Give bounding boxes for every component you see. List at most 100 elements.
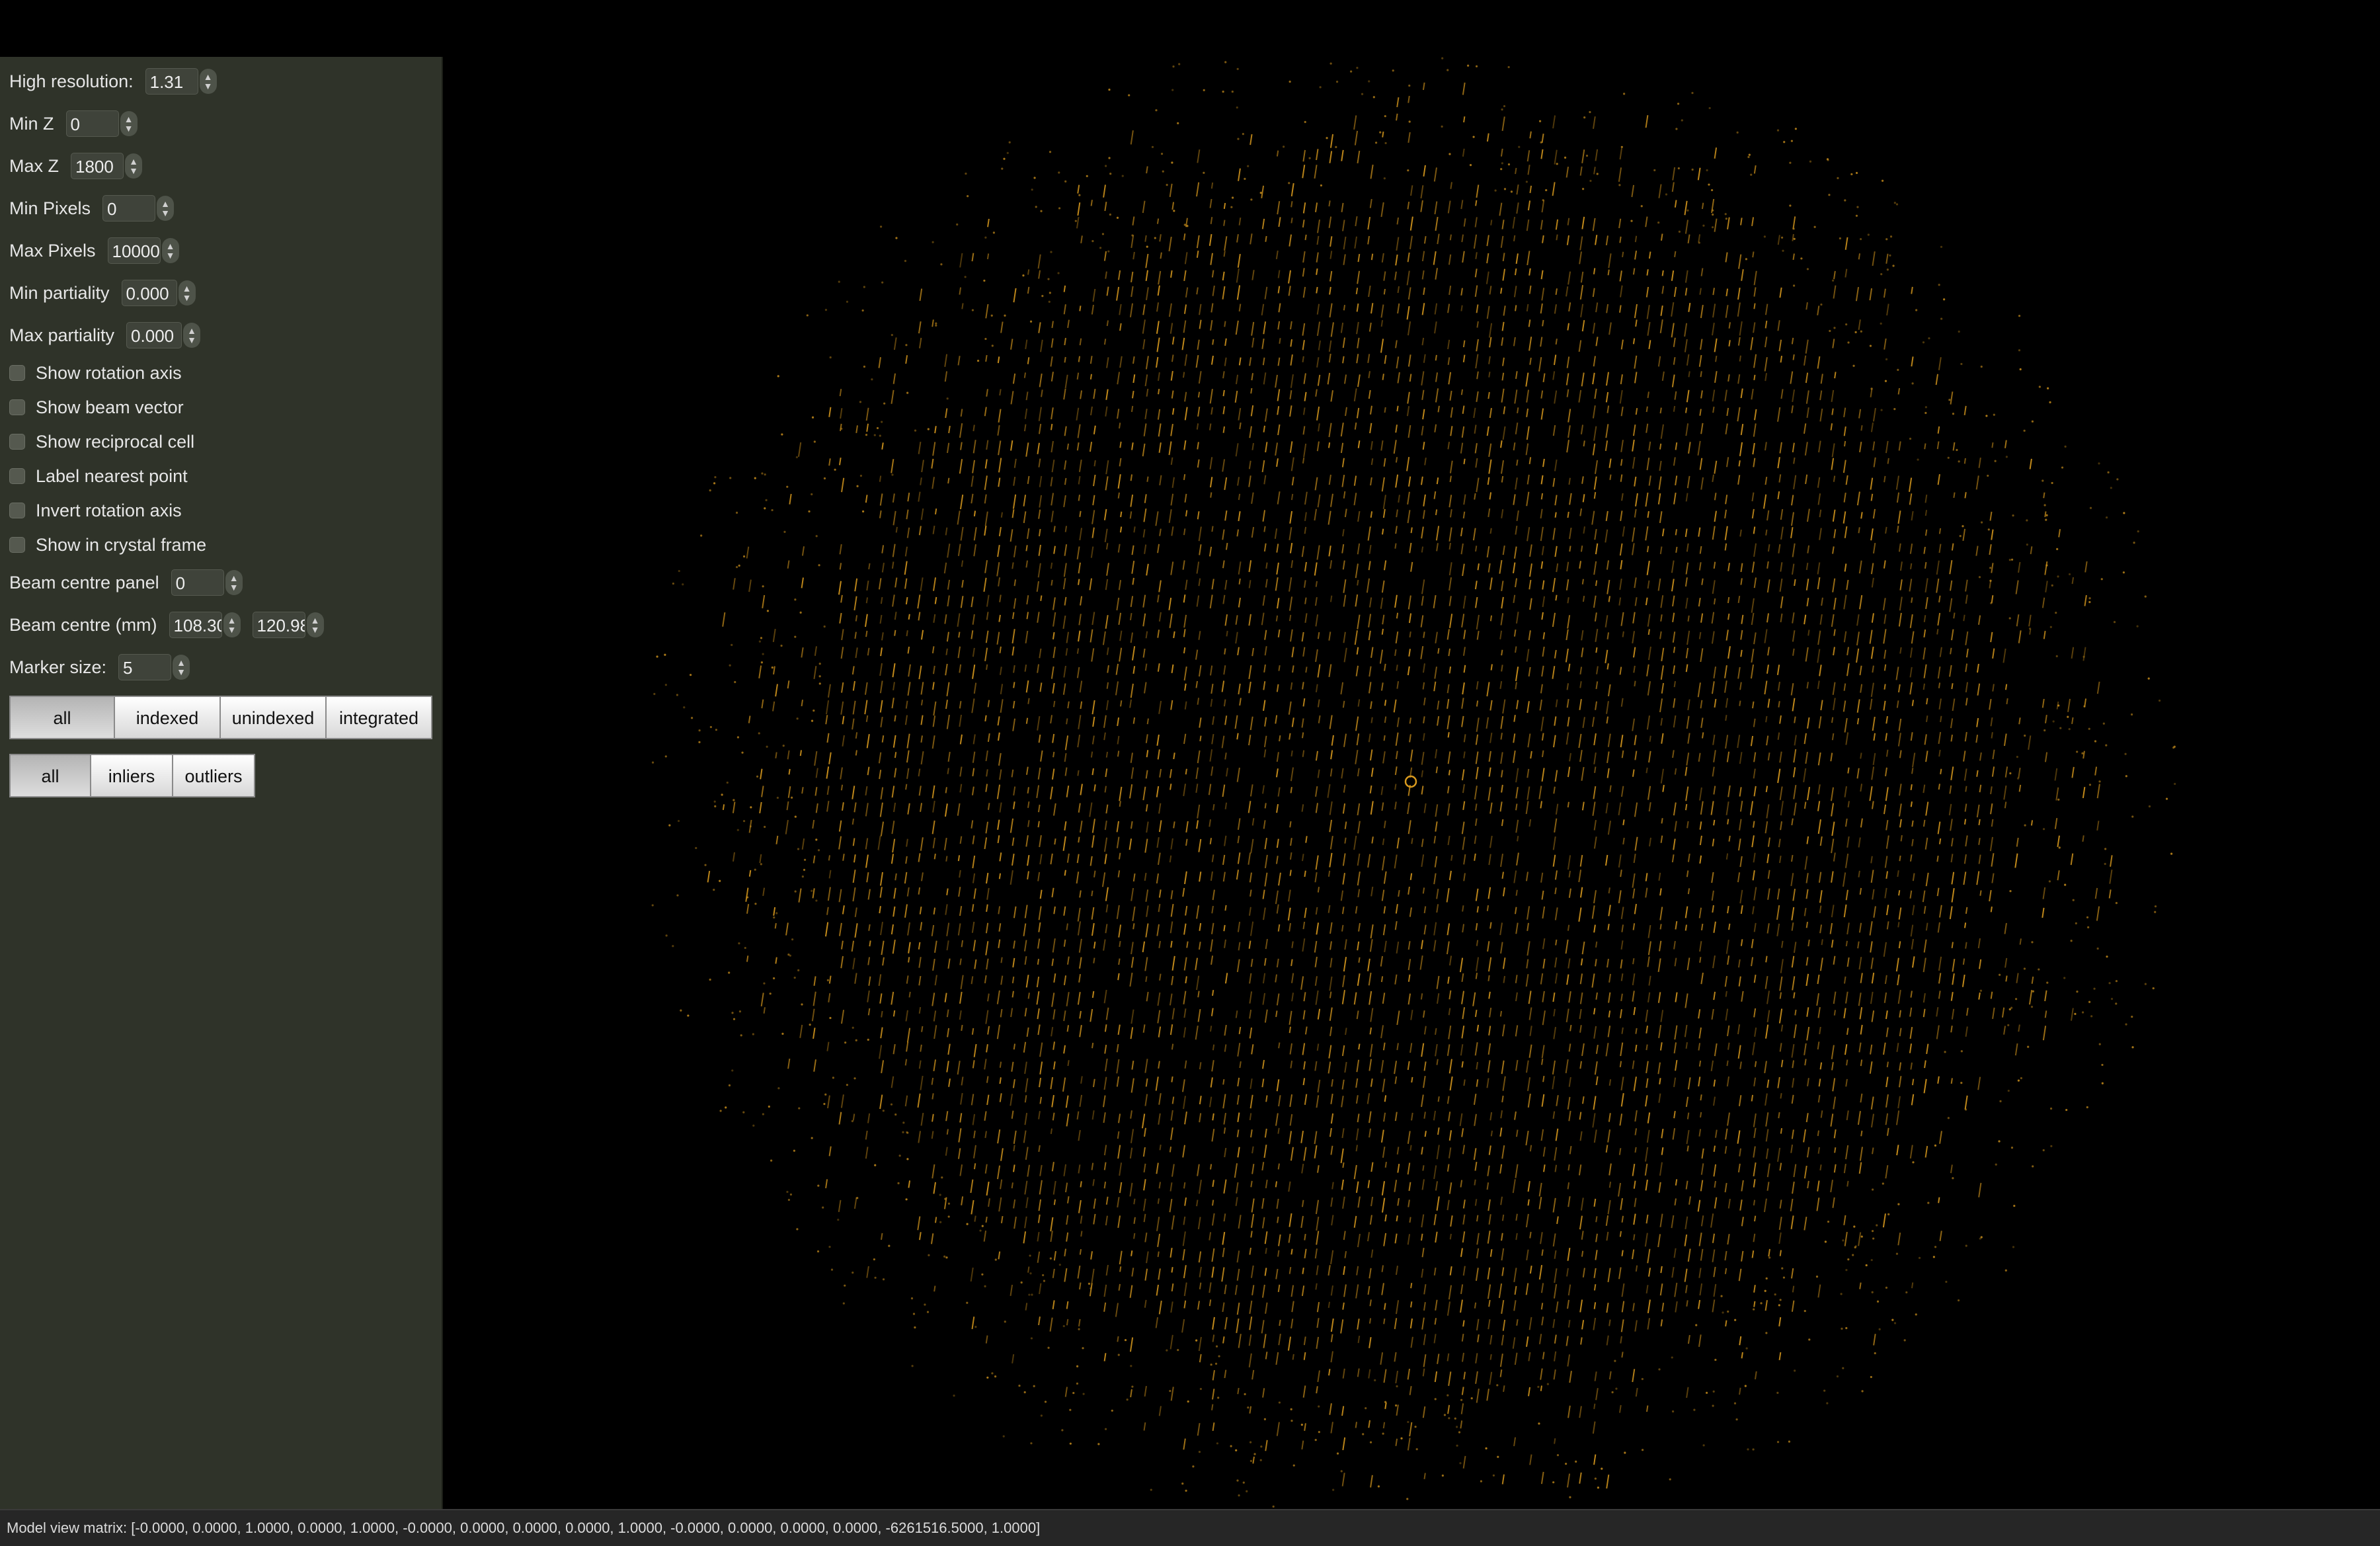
- reflection-spot: [1118, 270, 1121, 280]
- spin-arrows-icon[interactable]: ▲ ▼: [306, 612, 324, 637]
- reflection-spot: [1264, 1009, 1268, 1023]
- spin-arrows-icon[interactable]: ▲ ▼: [120, 111, 138, 136]
- min-z-field[interactable]: 0: [65, 110, 119, 137]
- high-resolution-spinbox[interactable]: 1.31 ▲ ▼: [145, 68, 217, 95]
- reflection-spot: [1860, 684, 1863, 693]
- reflection-spot: [1117, 870, 1121, 877]
- reflection-spot: [1395, 751, 1398, 760]
- reflection-spot: [1130, 632, 1134, 643]
- min-pixels-spinbox[interactable]: 0 ▲ ▼: [102, 195, 175, 222]
- reflection-spot: [1647, 321, 1651, 336]
- spot-scatter-canvas[interactable]: [444, 57, 2380, 1509]
- beam-centre-panel-spinbox[interactable]: 0 ▲ ▼: [171, 569, 243, 596]
- filter-all-button[interactable]: all: [9, 754, 91, 797]
- reflection-spot: [1119, 1182, 1123, 1194]
- checkbox-invert-rotation-axis[interactable]: Invert rotation axis: [9, 497, 182, 524]
- reflection-spot: [1368, 1111, 1372, 1123]
- min-partiality-spinbox[interactable]: 0.000 ▲ ▼: [121, 280, 196, 306]
- checkbox-icon[interactable]: [9, 434, 25, 450]
- filter-unindexed-button[interactable]: unindexed: [219, 696, 327, 739]
- min-pixels-field[interactable]: 0: [102, 195, 156, 222]
- reflection-spot: [1222, 406, 1226, 415]
- checkbox-icon[interactable]: [9, 537, 25, 553]
- beam-centre-x-spinbox[interactable]: 108.30 ▲ ▼: [169, 612, 241, 638]
- reflection-spot: [1502, 546, 1505, 555]
- reflection-spot: [1461, 1128, 1464, 1137]
- max-z-spinbox[interactable]: 1800 ▲ ▼: [71, 153, 143, 179]
- max-pixels-field[interactable]: 10000: [107, 237, 161, 264]
- checkbox-show-beam-vector[interactable]: Show beam vector: [9, 394, 184, 421]
- reciprocal-lattice-viewer[interactable]: [444, 57, 2380, 1509]
- reflection-spot: [1394, 649, 1397, 657]
- marker-size-field[interactable]: 5: [118, 654, 172, 680]
- marker-size-row: Marker size: 5 ▲ ▼: [9, 652, 190, 682]
- reflection-spot: [1461, 1352, 1464, 1362]
- filter-inliers-button[interactable]: inliers: [90, 754, 173, 797]
- spin-arrows-icon[interactable]: ▲ ▼: [173, 655, 190, 680]
- reflection-spot: [1474, 786, 1478, 800]
- reflection-spot: [1077, 184, 1080, 194]
- checkbox-show-in-crystal-frame[interactable]: Show in crystal frame: [9, 532, 206, 558]
- beam-centre-x-field[interactable]: 108.30: [169, 612, 222, 638]
- reflection-spot: [2084, 561, 2088, 573]
- reflection-spot: [1808, 1338, 1811, 1341]
- reflection-spot: [1898, 718, 1902, 731]
- filter-integrated-button[interactable]: integrated: [325, 696, 432, 739]
- checkbox-show-rotation-axis[interactable]: Show rotation axis: [9, 360, 182, 386]
- reflection-spot: [1341, 202, 1344, 212]
- reflection-spot: [933, 577, 937, 591]
- reflection-spot: [985, 922, 989, 934]
- spin-arrows-icon[interactable]: ▲ ▼: [157, 196, 175, 221]
- reflection-spot: [1949, 598, 1953, 612]
- reflection-spot: [1384, 407, 1386, 413]
- reflection-spot: [1792, 216, 1796, 229]
- reflection-spot: [1157, 852, 1161, 866]
- reflection-spot: [1488, 767, 1491, 777]
- spin-arrows-icon[interactable]: ▲ ▼: [199, 69, 217, 94]
- spin-arrows-icon[interactable]: ▲ ▼: [225, 570, 243, 595]
- reflection-spot: [1156, 1284, 1160, 1296]
- spin-arrows-icon[interactable]: ▲ ▼: [183, 323, 201, 348]
- filter-all-button[interactable]: all: [9, 696, 115, 739]
- checkbox-icon[interactable]: [9, 399, 25, 415]
- spin-arrows-icon[interactable]: ▲ ▼: [125, 153, 143, 179]
- reflection-spot: [986, 664, 988, 671]
- max-partiality-field[interactable]: 0.000: [126, 322, 182, 348]
- reflection-spot: [984, 494, 987, 504]
- reflection-spot: [1251, 442, 1255, 450]
- filter-outliers-button[interactable]: outliers: [172, 754, 255, 797]
- checkbox-show-reciprocal-cell[interactable]: Show reciprocal cell: [9, 428, 194, 455]
- reflection-spot: [1288, 1233, 1291, 1243]
- reflection-spot: [1752, 442, 1755, 455]
- beam-centre-y-spinbox[interactable]: 120.98 ▲ ▼: [252, 612, 324, 638]
- reflection-spot: [1859, 1147, 1863, 1161]
- reflection-spot: [1302, 1267, 1304, 1274]
- checkbox-label-nearest-point[interactable]: Label nearest point: [9, 463, 188, 489]
- spin-arrows-icon[interactable]: ▲ ▼: [161, 238, 179, 263]
- reflection-spot: [840, 940, 844, 950]
- high-resolution-field[interactable]: 1.31: [145, 68, 198, 95]
- max-pixels-spinbox[interactable]: 10000 ▲ ▼: [107, 237, 179, 264]
- min-partiality-field[interactable]: 0.000: [121, 280, 177, 306]
- min-z-spinbox[interactable]: 0 ▲ ▼: [65, 110, 138, 137]
- reflection-spot: [1938, 682, 1941, 688]
- beam-centre-y-field[interactable]: 120.98: [252, 612, 305, 638]
- spin-arrows-icon[interactable]: ▲ ▼: [178, 280, 196, 305]
- checkbox-icon[interactable]: [9, 468, 25, 484]
- checkbox-icon[interactable]: [9, 503, 25, 518]
- max-partiality-spinbox[interactable]: 0.000 ▲ ▼: [126, 322, 201, 348]
- reflection-spot: [1538, 1196, 1542, 1209]
- checkbox-icon[interactable]: [9, 365, 25, 381]
- spin-arrows-icon[interactable]: ▲ ▼: [223, 612, 241, 637]
- reflection-spot: [1105, 476, 1109, 491]
- beam-centre-panel-field[interactable]: 0: [171, 569, 224, 596]
- reflection-spot: [1182, 560, 1185, 570]
- reflection-spot: [1184, 407, 1188, 421]
- reflection-spot: [1779, 786, 1783, 801]
- reflection-spot: [1752, 906, 1755, 915]
- reflection-spot: [1118, 1283, 1121, 1291]
- max-z-field[interactable]: 1800: [71, 153, 124, 179]
- reflection-spot: [1830, 1180, 1833, 1193]
- filter-indexed-button[interactable]: indexed: [114, 696, 221, 739]
- marker-size-spinbox[interactable]: 5 ▲ ▼: [118, 654, 190, 680]
